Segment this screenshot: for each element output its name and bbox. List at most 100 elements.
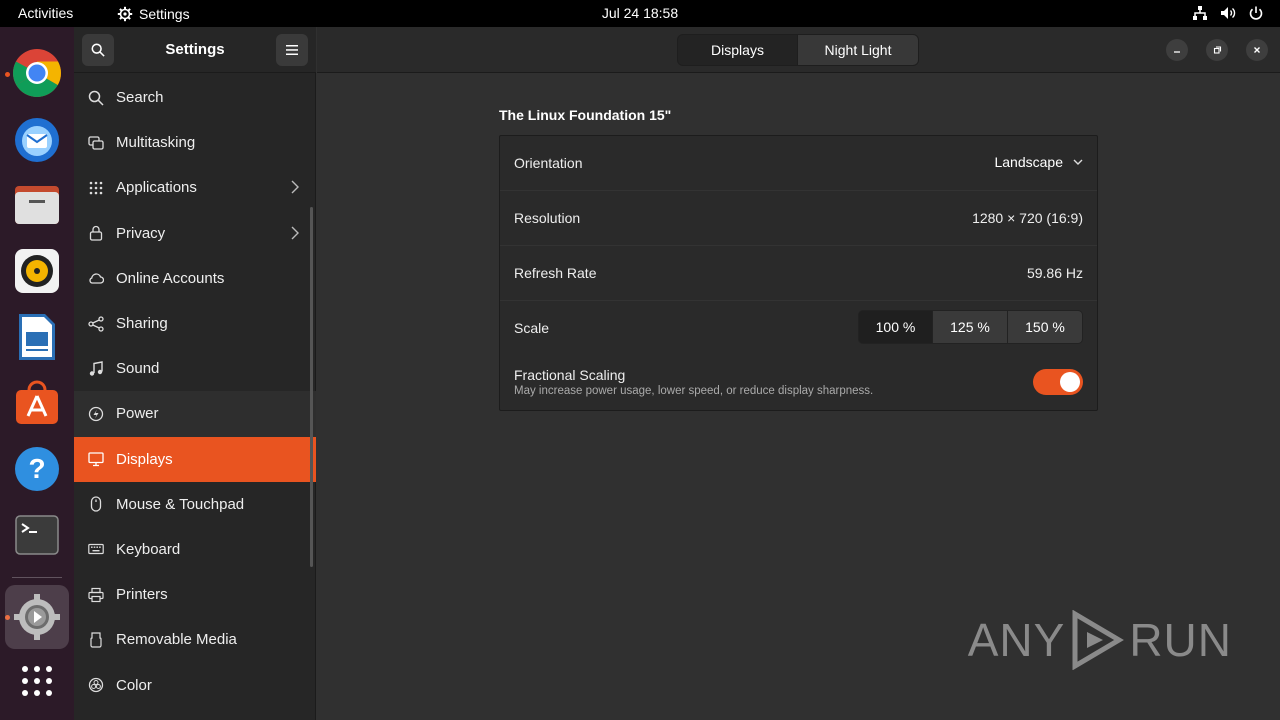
sidebar-item-removable-media[interactable]: Removable Media — [74, 617, 316, 662]
orientation-row[interactable]: Orientation Landscape — [500, 136, 1097, 191]
dock-rhythmbox[interactable] — [12, 246, 62, 296]
top-bar: Activities Settings Jul 24 18:58 — [0, 0, 1280, 27]
sidebar-item-printers[interactable]: Printers — [74, 572, 316, 617]
sidebar-item-sharing[interactable]: Sharing — [74, 301, 316, 346]
settings-nav: Search Multitasking Applications Privacy… — [74, 75, 316, 708]
resolution-label: Resolution — [514, 210, 581, 226]
sidebar-item-color[interactable]: Color — [74, 662, 316, 707]
multitasking-icon — [88, 135, 104, 151]
settings-gear-icon — [14, 594, 60, 640]
main-headerbar: Displays Night Light — [317, 27, 1280, 73]
keyboard-icon — [88, 541, 104, 557]
dock-files[interactable] — [12, 180, 62, 230]
sidebar-item-label: Mouse & Touchpad — [116, 495, 245, 513]
settings-sidebar: Settings Search Multitasking Application… — [74, 27, 316, 720]
share-icon — [88, 315, 104, 332]
sidebar-header: Settings — [74, 27, 316, 73]
mouse-icon — [88, 496, 104, 512]
gear-icon — [117, 6, 133, 22]
resolution-value: 1280 × 720 (16:9) — [972, 210, 1083, 226]
resolution-row[interactable]: Resolution 1280 × 720 (16:9) — [500, 191, 1097, 246]
show-apps-button[interactable] — [12, 656, 62, 706]
view-switcher: Displays Night Light — [677, 34, 919, 66]
app-center-icon — [16, 380, 58, 424]
chevron-right-icon — [291, 226, 299, 240]
cloud-icon — [88, 270, 104, 286]
help-icon: ? — [15, 447, 59, 491]
sidebar-item-label: Sound — [116, 360, 160, 378]
restore-icon — [1213, 46, 1222, 54]
tab-night-light[interactable]: Night Light — [798, 34, 919, 66]
sidebar-item-label: Sharing — [116, 315, 168, 333]
watermark-text-left: ANY — [967, 614, 1066, 666]
network-icon — [1193, 6, 1207, 20]
tab-displays[interactable]: Displays — [677, 34, 798, 66]
dock-thunderbird[interactable] — [12, 114, 62, 164]
sidebar-item-displays[interactable]: Displays — [74, 436, 316, 482]
power-bolt-icon — [88, 406, 104, 422]
scale-row: Scale 100 % 125 % 150 % — [500, 301, 1097, 356]
minimize-button[interactable] — [1166, 39, 1188, 61]
main-menu-button[interactable] — [276, 34, 308, 66]
svg-text:?: ? — [28, 453, 45, 484]
sidebar-item-multitasking[interactable]: Multitasking — [74, 120, 316, 165]
sidebar-item-online-accounts[interactable]: Online Accounts — [74, 256, 316, 301]
orientation-dropdown[interactable]: Landscape — [994, 154, 1083, 170]
dock-settings[interactable] — [5, 585, 69, 649]
dock-app-center[interactable] — [12, 378, 62, 428]
scale-125-button[interactable]: 125 % — [933, 310, 1008, 344]
sidebar-item-sound[interactable]: Sound — [74, 346, 316, 391]
activities-button[interactable]: Activities — [18, 5, 73, 21]
close-icon — [1254, 47, 1260, 53]
fractional-scaling-switch[interactable] — [1033, 369, 1083, 395]
removable-media-icon — [88, 632, 104, 648]
sidebar-item-mouse-touchpad[interactable]: Mouse & Touchpad — [74, 482, 316, 527]
displays-panel: The Linux Foundation 15" Orientation Lan… — [317, 74, 1280, 720]
clock[interactable]: Jul 24 18:58 — [602, 5, 678, 21]
sidebar-item-label: Privacy — [116, 224, 166, 242]
app-menu-label: Settings — [139, 6, 190, 22]
libreoffice-writer-icon — [19, 314, 55, 360]
monitor-icon — [88, 451, 104, 467]
thunderbird-icon — [15, 118, 59, 162]
search-button[interactable] — [82, 34, 114, 66]
orientation-value: Landscape — [994, 154, 1063, 170]
sidebar-item-label: Color — [116, 676, 152, 694]
scale-150-button[interactable]: 150 % — [1008, 310, 1083, 344]
files-icon — [15, 186, 59, 224]
sidebar-item-privacy[interactable]: Privacy — [74, 211, 316, 256]
dock-help[interactable]: ? — [12, 444, 62, 494]
rhythmbox-icon — [15, 249, 59, 293]
watermark-text-right: RUN — [1129, 614, 1232, 666]
maximize-button[interactable] — [1206, 39, 1228, 61]
search-icon — [88, 90, 104, 106]
sidebar-item-label: Search — [116, 89, 164, 107]
sidebar-item-power[interactable]: Power — [74, 391, 316, 437]
sidebar-item-label: Keyboard — [116, 540, 181, 558]
scale-label: Scale — [514, 320, 550, 336]
chevron-right-icon — [291, 180, 299, 194]
color-icon — [88, 677, 104, 693]
sidebar-item-label: Power — [116, 405, 159, 423]
hamburger-icon — [286, 45, 298, 55]
sidebar-item-search[interactable]: Search — [74, 75, 316, 120]
dock-terminal[interactable] — [12, 510, 62, 560]
sidebar-scrollbar[interactable] — [310, 207, 313, 567]
scale-100-button[interactable]: 100 % — [858, 310, 933, 344]
sidebar-item-label: Applications — [116, 179, 197, 197]
refresh-rate-row[interactable]: Refresh Rate 59.86 Hz — [500, 246, 1097, 301]
app-menu[interactable]: Settings — [117, 4, 190, 24]
sidebar-item-label: Removable Media — [116, 631, 237, 649]
power-icon — [1249, 6, 1263, 20]
dock-separator — [12, 577, 62, 578]
sidebar-item-label: Online Accounts — [116, 269, 225, 287]
sidebar-item-keyboard[interactable]: Keyboard — [74, 527, 316, 572]
chevron-down-icon — [1073, 159, 1083, 165]
dock-chrome[interactable] — [12, 48, 62, 98]
dock-libreoffice-writer[interactable] — [12, 312, 62, 362]
chrome-icon — [13, 49, 61, 98]
lock-icon — [88, 225, 104, 241]
system-tray[interactable] — [1192, 5, 1264, 21]
sidebar-item-applications[interactable]: Applications — [74, 165, 316, 210]
close-button[interactable] — [1246, 39, 1268, 61]
